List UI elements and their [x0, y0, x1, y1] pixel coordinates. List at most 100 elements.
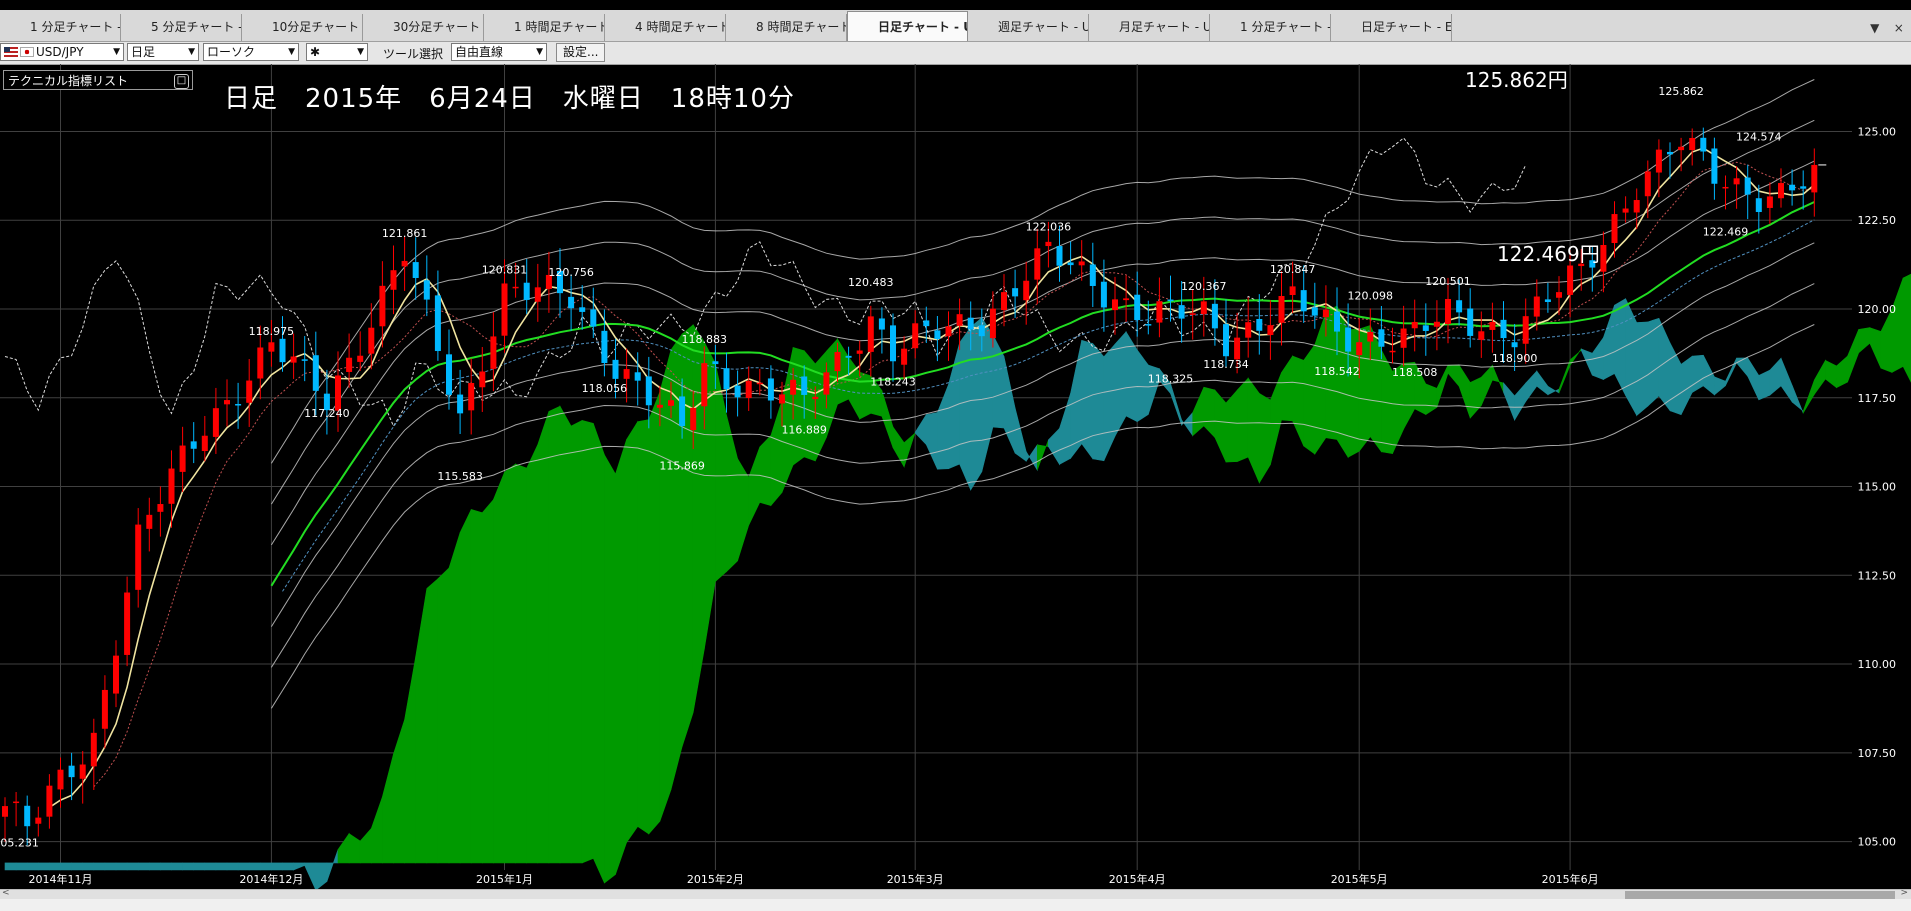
cloud-segment: [215, 862, 228, 871]
candle-body: [1300, 290, 1307, 312]
chart-tab[interactable]: 4 時間足チャート - US×: [605, 14, 726, 41]
price-chart[interactable]: 105.231 118.975 117.240 121.861 115.583 120.8…: [0, 64, 1911, 889]
chart-tab[interactable]: 週足チャート - USD/JP×: [968, 14, 1089, 41]
candle-body: [1334, 311, 1340, 332]
candle-body: [945, 326, 952, 337]
price-annotation: 118.975: [249, 325, 295, 338]
chart-tab[interactable]: 5 分足チャート - USD/×: [121, 14, 242, 41]
timeframe-select[interactable]: 日足 ▼: [127, 43, 199, 61]
marker-select[interactable]: ✱ ▼: [306, 43, 368, 61]
candle-body: [579, 307, 586, 312]
candle-body: [101, 689, 108, 729]
candle-body: [712, 361, 719, 365]
candle-body: [357, 355, 364, 362]
candle-body: [1023, 280, 1030, 301]
candle-body: [1034, 248, 1041, 280]
candle-body: [1544, 299, 1551, 303]
cloud-segment: [1447, 364, 1460, 388]
tool-value: 自由直線: [455, 45, 504, 59]
cloud-segment: [1059, 393, 1071, 465]
candle-body: [734, 385, 741, 398]
candle-body: [468, 383, 475, 411]
candle-body: [801, 376, 808, 395]
candle-body: [401, 260, 408, 267]
cloud-segment: [548, 405, 561, 864]
scroll-right-icon[interactable]: >: [1900, 888, 1908, 898]
candle-body: [601, 330, 608, 364]
chart-tab[interactable]: 月足チャート - USD/JP×: [1089, 14, 1210, 41]
tool-select[interactable]: 自由直線 ▼: [451, 43, 547, 61]
candle-body: [279, 338, 286, 363]
cloud-segment: [1558, 359, 1571, 394]
candle-body: [46, 785, 53, 817]
cloud-segment: [814, 350, 827, 462]
chart-tab[interactable]: 30分足チャート - USD,×: [363, 14, 484, 41]
cloud-segment: [60, 862, 72, 871]
candle-body: [767, 378, 774, 401]
settings-button[interactable]: 設定...: [556, 43, 606, 62]
chevron-down-icon: ▼: [357, 47, 364, 57]
cloud-segment: [1769, 357, 1782, 396]
cloud-segment: [925, 412, 938, 470]
cloud-segment: [1170, 383, 1182, 426]
cloud-segment: [359, 827, 372, 864]
chart-toolbar: USD/JPY ▼ 日足 ▼ ローソク ▼ ✱ ▼ ツール選択 自由直線 ▼ 設定...: [0, 42, 1911, 65]
chart-tab[interactable]: 日足チャート - EUR/US×: [1331, 14, 1452, 41]
cloud-segment: [1203, 386, 1216, 439]
tab-label: 30分足チャート - USD,: [393, 20, 483, 34]
candle-body: [179, 445, 186, 472]
y-axis-tick-label: 115.00: [1858, 481, 1897, 494]
chart-tab[interactable]: 1 分足チャート - USD/×: [0, 14, 121, 41]
technical-indicator-list[interactable]: テクニカル指標リスト □: [3, 70, 193, 90]
candle-body: [35, 817, 42, 824]
scroll-left-icon[interactable]: <: [2, 888, 10, 898]
marker-value: ✱: [310, 45, 321, 59]
candle-body: [1755, 198, 1762, 213]
candle-body: [1234, 337, 1241, 360]
cloud-segment: [570, 419, 583, 864]
cloud-segment: [1014, 407, 1027, 462]
candle-body: [834, 352, 841, 372]
tab-dropdown-icon[interactable]: ▼: [1870, 21, 1879, 35]
cloud-segment: [426, 578, 439, 864]
candle-body: [845, 355, 852, 358]
cloud-segment: [1136, 349, 1149, 423]
panel-toggle-icon[interactable]: □: [174, 74, 189, 89]
chart-type-select[interactable]: ローソク ▼: [203, 43, 299, 61]
candle-body: [1200, 301, 1207, 315]
candle-body: [2, 806, 8, 817]
cloud-segment: [337, 832, 350, 864]
chart-tab[interactable]: 日足チャート - USD/J×: [847, 11, 968, 41]
price-annotation: 120.098: [1348, 289, 1394, 302]
cloud-segment: [326, 849, 339, 882]
y-axis-tick-label: 125.00: [1858, 125, 1897, 138]
price-annotation: 124.574: [1736, 131, 1782, 144]
chart-tab[interactable]: 1 時間足チャート - US×: [484, 14, 605, 41]
candle-body: [1322, 309, 1329, 318]
symbol-select[interactable]: USD/JPY ▼: [0, 43, 124, 61]
candle-body: [1766, 196, 1773, 208]
cloud-segment: [1181, 411, 1193, 437]
candle-body: [1511, 342, 1518, 348]
tab-label: 週足チャート - USD/JP: [998, 20, 1088, 34]
jp-flag-icon: [20, 47, 34, 57]
scroll-thumb[interactable]: [1625, 891, 1895, 899]
candle-body: [368, 327, 375, 354]
candle-body: [1478, 331, 1485, 340]
candle-body: [1345, 327, 1352, 352]
cloud-segment: [404, 656, 417, 864]
tab-close-all-icon[interactable]: ×: [1894, 21, 1904, 35]
candle-body: [1811, 164, 1818, 193]
candle-body: [890, 325, 896, 362]
candle-body: [434, 295, 441, 352]
candle-body: [235, 403, 242, 406]
tab-label: 5 分足チャート - USD/: [151, 20, 241, 34]
candle-body: [1356, 342, 1363, 356]
tab-label: 1 時間足チャート - US: [514, 20, 605, 34]
chart-tab[interactable]: 1 分足チャート - EUR/×: [1210, 14, 1331, 41]
chart-tab[interactable]: 10分足チャート - USD,×: [242, 14, 363, 41]
candle-body: [312, 355, 319, 391]
tab-label: 8 時間足チャート - US: [756, 20, 847, 34]
cloud-segment: [49, 862, 61, 871]
chart-tab[interactable]: 8 時間足チャート - US×: [726, 14, 847, 41]
